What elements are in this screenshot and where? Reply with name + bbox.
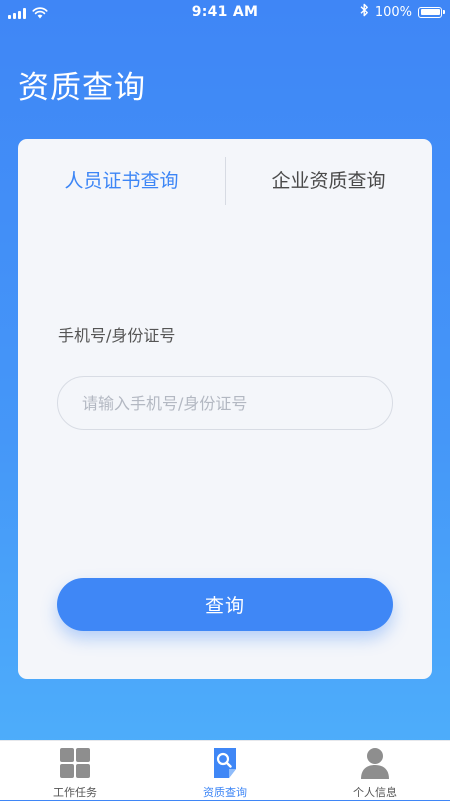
battery-level bbox=[420, 9, 440, 15]
query-button[interactable]: 查询 bbox=[57, 578, 393, 631]
id-field-label: 手机号/身份证号 bbox=[58, 326, 176, 345]
battery-icon bbox=[418, 6, 445, 18]
phone-id-input[interactable] bbox=[58, 377, 392, 429]
bluetooth-icon bbox=[360, 3, 369, 21]
nav-label-tasks: 工作任务 bbox=[53, 786, 97, 799]
tab-personnel-certificate[interactable]: 人员证书查询 bbox=[18, 157, 225, 205]
person-icon bbox=[361, 748, 389, 779]
nav-label-qualification-query: 资质查询 bbox=[203, 786, 247, 799]
query-tabs: 人员证书查询 企业资质查询 bbox=[18, 157, 432, 205]
status-right: 100% bbox=[360, 3, 445, 21]
page-title: 资质查询 bbox=[18, 70, 146, 106]
status-bar: 9:41 AM 100% bbox=[0, 0, 450, 24]
battery-percent: 100% bbox=[374, 4, 412, 20]
document-search-icon bbox=[214, 748, 236, 778]
bottom-tab-bar: 工作任务 资质查询 个人信息 bbox=[0, 740, 450, 800]
query-card: 人员证书查询 企业资质查询 手机号/身份证号 查询 bbox=[18, 139, 432, 679]
id-input-container bbox=[57, 376, 393, 430]
nav-item-qualification-query[interactable]: 资质查询 bbox=[150, 741, 300, 801]
nav-item-tasks[interactable]: 工作任务 bbox=[0, 741, 150, 801]
grid-icon bbox=[60, 748, 90, 778]
nav-label-profile: 个人信息 bbox=[353, 786, 397, 799]
tab-enterprise-qualification[interactable]: 企业资质查询 bbox=[225, 157, 432, 205]
nav-item-profile[interactable]: 个人信息 bbox=[300, 741, 450, 801]
